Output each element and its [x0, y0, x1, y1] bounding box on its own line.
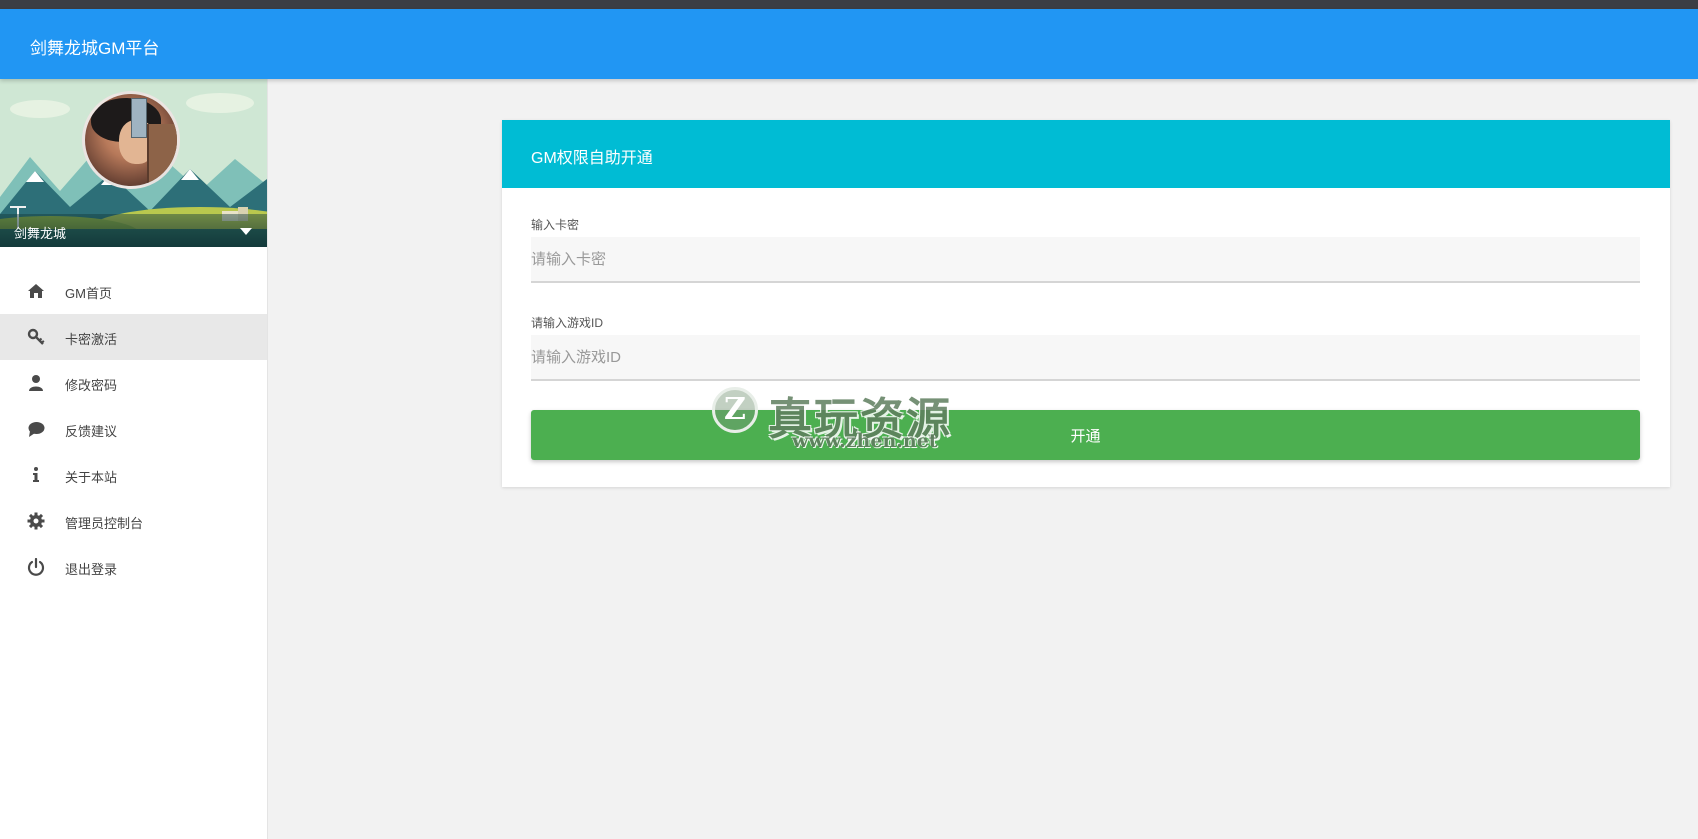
sidebar-item-label: 关于本站: [65, 470, 118, 485]
sidebar-item-change-password[interactable]: 修改密码: [0, 360, 267, 406]
sidebar-item-label: 退出登录: [65, 562, 118, 577]
sidebar-menu: GM首页 卡密激活 修改密码 反馈建议 关于本站 管理员控制台 退出登录: [0, 268, 267, 590]
sidebar: 剑舞龙城 GM首页 卡密激活 修改密码 反馈建议 关于本站 管理员控制台 退出登…: [0, 79, 268, 839]
window-top-strip: [0, 0, 1698, 9]
app-title: 剑舞龙城GM平台: [30, 39, 160, 58]
card-key-input[interactable]: [531, 237, 1640, 283]
sidebar-item-label: 修改密码: [65, 378, 118, 393]
app-header: 剑舞龙城GM平台: [0, 9, 1698, 79]
card-key-label: 输入卡密: [531, 218, 580, 232]
chevron-down-icon[interactable]: [240, 228, 252, 235]
activate-button[interactable]: 开通: [531, 410, 1640, 460]
power-icon: [27, 558, 45, 576]
sidebar-item-label: GM首页: [65, 286, 112, 301]
profile-name: 剑舞龙城: [14, 226, 67, 241]
info-icon: [33, 467, 39, 482]
sidebar-item-gm-home[interactable]: GM首页: [0, 268, 267, 314]
avatar[interactable]: [82, 91, 180, 189]
sidebar-item-label: 管理员控制台: [65, 516, 144, 531]
sidebar-item-label: 反馈建议: [65, 424, 118, 439]
home-icon: [28, 284, 44, 298]
user-icon: [29, 375, 43, 391]
game-id-input[interactable]: [531, 335, 1640, 381]
activation-card: GM权限自助开通 输入卡密 请输入游戏ID 开通: [502, 120, 1670, 487]
card-header: GM权限自助开通: [502, 120, 1670, 188]
sidebar-item-logout[interactable]: 退出登录: [0, 544, 267, 590]
game-id-label: 请输入游戏ID: [531, 316, 604, 330]
sidebar-item-card-activation[interactable]: 卡密激活: [0, 314, 267, 360]
sidebar-item-label: 卡密激活: [65, 332, 118, 347]
sidebar-item-feedback[interactable]: 反馈建议: [0, 406, 267, 452]
card-title: GM权限自助开通: [531, 150, 653, 167]
profile-banner: 剑舞龙城: [0, 79, 267, 247]
sidebar-item-about[interactable]: 关于本站: [0, 452, 267, 498]
chat-bubble-icon: [28, 422, 45, 437]
gear-icon: [27, 512, 45, 530]
sidebar-item-admin-console[interactable]: 管理员控制台: [0, 498, 267, 544]
key-icon: [27, 328, 45, 345]
